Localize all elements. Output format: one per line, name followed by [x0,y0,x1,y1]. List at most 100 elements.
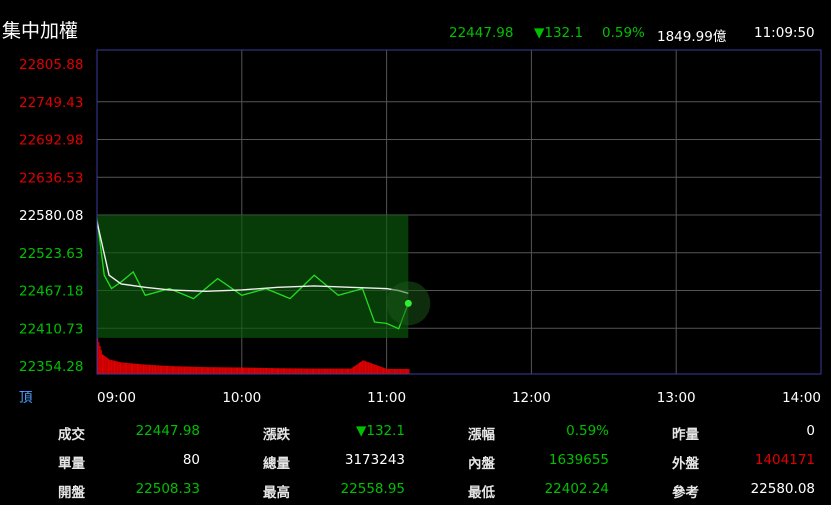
info-label: 昨量 [672,427,699,443]
volume-bar [331,368,333,374]
info-label: 開盤 [58,485,85,501]
volume-bar [116,361,118,374]
volume-bar [215,367,217,374]
volume-bar [195,366,198,374]
volume-bar [204,367,206,374]
volume-bar [252,367,254,374]
volume-bar [165,365,167,374]
x-tick-label: 10:00 [222,390,261,406]
volume-bar [392,368,394,374]
volume-bar [343,368,345,374]
volume-bar [362,360,364,374]
volume-bar [147,364,149,374]
volume-bar [326,368,328,374]
volume-bar [214,367,216,374]
info-value: 22402.24 [544,481,609,497]
volume-bar [211,367,213,374]
info-value: 0 [806,423,815,439]
volume-bar [121,362,123,374]
volume-bar [200,367,202,374]
volume-bar [240,367,242,374]
volume-bar [278,368,280,374]
volume-bar [216,367,218,374]
volume-bar [299,368,301,374]
volume-bar [369,362,371,374]
volume-bar [316,368,318,374]
volume-bar [329,368,332,374]
volume-bar [179,366,181,374]
volume-bar [315,368,317,374]
volume-bar [243,367,245,374]
volume-bar [350,368,352,374]
volume-bar [320,368,322,374]
volume-bar [99,346,101,374]
x-tick-label: 12:00 [512,390,551,406]
volume-bar [221,367,223,374]
volume-bar [224,367,227,374]
volume-bar [311,368,313,374]
y-tick-label: 22580.08 [19,208,83,224]
volume-bar [239,367,241,374]
volume-bar [191,366,193,374]
volume-bar [323,368,326,374]
volume-bar [128,363,130,374]
volume-bar [228,367,230,374]
volume-bar [105,356,107,374]
volume-bar [251,367,253,374]
volume-bar [349,368,351,374]
volume-bar [253,367,256,374]
volume-bar [265,368,268,374]
volume-bar [245,367,247,374]
info-value: 80 [182,452,200,468]
volume-bar [280,368,282,374]
info-row: 開盤 22508.33 最高 22558.95 最低 22402.24 參考 22580.08 [0,481,831,505]
volume-bar [300,368,303,374]
volume-bar [404,368,406,374]
y-tick-label: 22749.43 [19,95,83,111]
volume-bar [360,361,362,374]
volume-bar [363,360,365,374]
volume-bar [267,368,269,374]
y-axis-labels: 22805.88 22749.43 22692.98 22636.53 22580.08… [19,57,83,406]
volume-bar [124,362,126,374]
volume-bar [274,368,276,374]
volume-bar [291,368,293,374]
volume-bar [183,366,186,374]
x-tick-label: 13:00 [657,390,696,406]
volume-bar [189,366,192,374]
volume-bar [263,367,265,374]
volume-bar [334,368,336,374]
volume-bar [164,365,166,374]
volume-bar [390,368,392,374]
volume-bar [308,368,310,374]
volume-bar [193,366,195,374]
volume-bar [206,367,209,374]
volume-bar [302,368,304,374]
volume-bar [258,367,260,374]
volume-bar [107,358,110,374]
volume-bar [297,368,299,374]
volume-bar [222,367,224,374]
volume-bar [244,367,246,374]
volume-bar [130,363,132,374]
volume-bar [386,368,388,374]
volume-bar [101,354,104,374]
y-tick-label: 22354.28 [19,359,83,375]
volume-bar [115,361,117,374]
volume-bar [322,368,324,374]
volume-bar [241,367,243,374]
volume-bar [286,368,288,374]
y-tick-label: 22523.63 [19,246,83,262]
info-value: 0.59% [566,423,609,439]
volume-bar [119,362,122,374]
info-value: ▼132.1 [355,423,405,439]
volume-bar [234,367,236,374]
volume-bar [296,368,298,374]
volume-bar [370,363,373,374]
volume-bar [210,367,212,374]
volume-bar [98,342,100,374]
volume-bar [218,367,221,374]
volume-bar [405,368,408,374]
volume-bar [393,368,396,374]
volume-bar [368,362,370,374]
